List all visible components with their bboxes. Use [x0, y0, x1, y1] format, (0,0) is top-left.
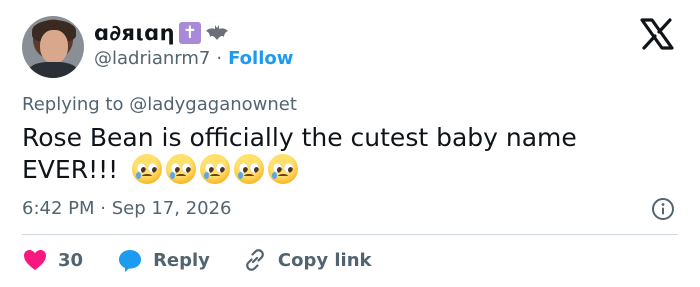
- bat-icon: [206, 25, 229, 40]
- pleading-face-emoji-icon: [132, 154, 163, 184]
- copy-link-button[interactable]: Copy link: [242, 247, 372, 273]
- reply-label: Reply: [153, 249, 210, 271]
- display-name-row[interactable]: ɑ∂яιɑη ✝: [94, 19, 229, 47]
- reply-button[interactable]: Reply: [117, 247, 210, 273]
- replying-to[interactable]: Replying to @ladygaganownet: [22, 94, 297, 115]
- pleading-face-emoji-icon: [234, 154, 265, 184]
- reply-bubble-icon: [119, 250, 142, 272]
- tweet-body: Rose Bean is officially the cutest baby …: [22, 123, 577, 184]
- user-handle[interactable]: @ladrianrm7: [94, 48, 210, 69]
- display-name[interactable]: ɑ∂яιɑη: [94, 21, 175, 45]
- cross-badge-icon: ✝: [179, 22, 202, 44]
- handle-separator: ·: [216, 48, 223, 69]
- pleading-face-emoji-icon: [268, 154, 299, 184]
- emoji-row: [132, 154, 299, 184]
- x-logo-icon[interactable]: [640, 18, 674, 50]
- handle-line: @ladrianrm7 · Follow: [94, 48, 293, 69]
- like-count: 30: [58, 249, 84, 271]
- tweet-text: Rose Bean is officially the cutest baby …: [22, 122, 672, 186]
- info-icon[interactable]: [651, 197, 675, 221]
- timestamp[interactable]: 6:42 PM · Sep 17, 2026: [22, 198, 232, 219]
- pleading-face-emoji-icon: [200, 154, 231, 184]
- heart-icon: [24, 250, 46, 270]
- divider: [22, 234, 678, 235]
- avatar-face: [40, 30, 68, 64]
- follow-button[interactable]: Follow: [228, 48, 293, 69]
- tweet-card: ɑ∂яιɑη ✝ @ladrianrm7 · Follow Replying t…: [0, 0, 700, 287]
- avatar-shirt: [28, 62, 78, 78]
- like-button[interactable]: 30: [22, 247, 83, 273]
- pleading-face-emoji-icon: [166, 154, 197, 184]
- avatar[interactable]: [22, 16, 84, 78]
- copy-link-label: Copy link: [277, 249, 372, 271]
- link-icon: [246, 249, 264, 271]
- action-bar: 30 Reply Copy link: [22, 246, 372, 274]
